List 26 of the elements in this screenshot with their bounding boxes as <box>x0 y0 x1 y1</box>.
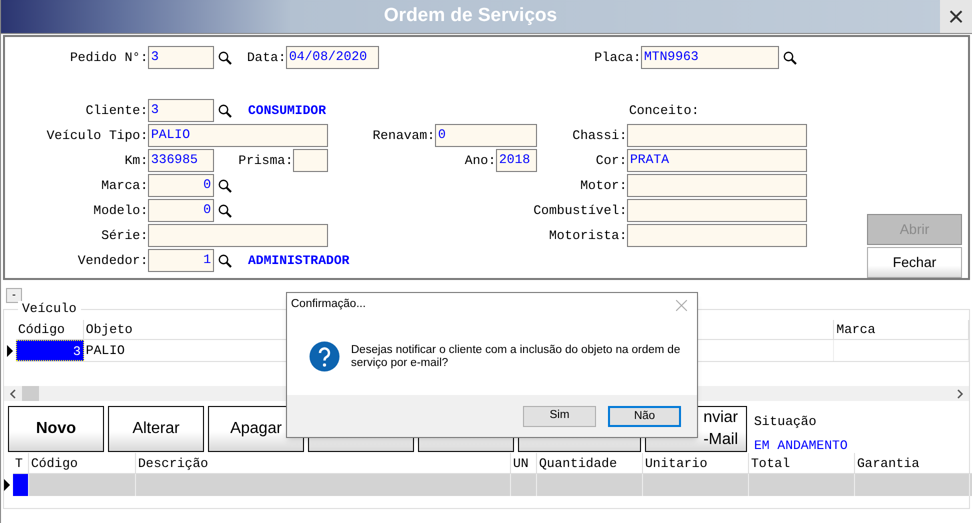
field-label: Data: <box>246 48 286 67</box>
window-title: Ordem de Serviços <box>384 4 558 28</box>
field-label: Renavam: <box>372 126 435 145</box>
status-value: EM ANDAMENTO <box>754 436 848 454</box>
field-label: Combustível: <box>533 202 627 220</box>
field-label: Km: <box>124 152 148 170</box>
field-label: Chassi: <box>572 126 627 145</box>
field-label: Conceito: <box>629 102 700 120</box>
field-label: Marca: <box>101 176 148 195</box>
field-label: Cliente: <box>86 102 148 120</box>
field-label: Cor: <box>596 152 627 170</box>
lookup-name: ADMINISTRADOR <box>248 252 350 270</box>
field-label: Veículo Tipo: <box>46 126 148 145</box>
lookup-name: CONSUMIDOR <box>248 102 326 120</box>
field-label: Placa: <box>594 48 641 67</box>
dialog-title: Confirmação... <box>291 297 366 312</box>
status-label: Situação <box>754 413 818 431</box>
field-label: Motorista: <box>548 226 627 245</box>
field-label: Motor: <box>580 176 627 195</box>
table-cell: 3 <box>16 340 84 361</box>
field-label: Prisma: <box>238 152 293 170</box>
field-label: Série: <box>101 226 148 245</box>
field-label: Vendedor: <box>78 252 148 270</box>
field-label: Pedido N°: <box>70 48 148 67</box>
field-label: Modelo: <box>93 202 148 220</box>
field-label: Ano: <box>464 152 496 170</box>
